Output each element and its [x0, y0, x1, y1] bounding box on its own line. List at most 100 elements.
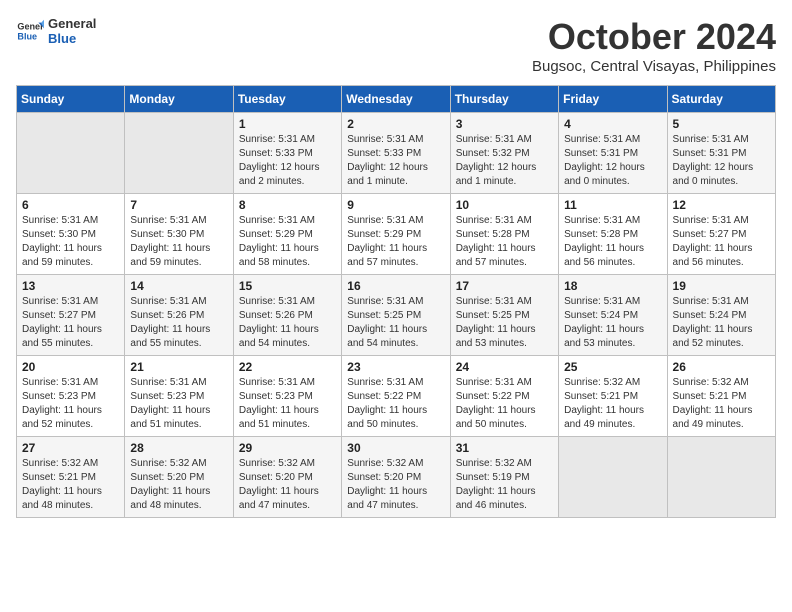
calendar-cell [559, 437, 667, 518]
calendar-cell [667, 437, 775, 518]
calendar-cell: 23 Sunrise: 5:31 AM Sunset: 5:22 PM Dayli… [342, 356, 450, 437]
calendar-cell: 25 Sunrise: 5:32 AM Sunset: 5:21 PM Dayli… [559, 356, 667, 437]
calendar-cell: 6Sunrise: 5:31 AM Sunset: 5:30 PM Daylig… [17, 194, 125, 275]
calendar-cell: 10 Sunrise: 5:31 AM Sunset: 5:28 PM Dayli… [450, 194, 558, 275]
day-info: Sunrise: 5:31 AM Sunset: 5:31 PM Dayligh… [564, 133, 661, 189]
calendar-cell: 15Sunrise: 5:31 AM Sunset: 5:26 PM Dayli… [233, 275, 341, 356]
calendar-cell: 22 Sunrise: 5:31 AM Sunset: 5:23 PM Dayli… [233, 356, 341, 437]
day-info: Sunrise: 5:31 AM Sunset: 5:24 PM Dayligh… [673, 295, 770, 351]
day-info: Sunrise: 5:31 AM Sunset: 5:25 PM Dayligh… [456, 295, 553, 351]
day-info: Sunrise: 5:31 AM Sunset: 5:23 PM Dayligh… [22, 376, 119, 432]
logo-icon: General Blue [16, 17, 44, 45]
calendar-cell: 11 Sunrise: 5:31 AM Sunset: 5:28 PM Dayli… [559, 194, 667, 275]
day-number: 2 [347, 117, 444, 131]
day-number: 27 [22, 441, 119, 455]
calendar-cell: 1 Sunrise: 5:31 AM Sunset: 5:33 PM Daylig… [233, 113, 341, 194]
day-info: Sunrise: 5:32 AM Sunset: 5:19 PM Dayligh… [456, 457, 553, 513]
day-info: Sunrise: 5:31 AM Sunset: 5:28 PM Dayligh… [456, 214, 553, 270]
day-info: Sunrise: 5:31 AM Sunset: 5:26 PM Dayligh… [130, 295, 227, 351]
day-number: 29 [239, 441, 336, 455]
day-number: 15 [239, 279, 336, 293]
day-info: Sunrise: 5:31 AM Sunset: 5:28 PM Dayligh… [564, 214, 661, 270]
logo: General Blue General Blue [16, 16, 96, 46]
day-info: Sunrise: 5:32 AM Sunset: 5:20 PM Dayligh… [239, 457, 336, 513]
calendar-cell: 18Sunrise: 5:31 AM Sunset: 5:24 PM Dayli… [559, 275, 667, 356]
page-header: General Blue General Blue October 2024 B… [16, 16, 776, 75]
day-number: 8 [239, 198, 336, 212]
day-number: 21 [130, 360, 227, 374]
day-info: Sunrise: 5:31 AM Sunset: 5:27 PM Dayligh… [22, 295, 119, 351]
location-subtitle: Bugsoc, Central Visayas, Philippines [532, 58, 776, 75]
calendar-cell: 28 Sunrise: 5:32 AM Sunset: 5:20 PM Dayli… [125, 437, 233, 518]
day-info: Sunrise: 5:31 AM Sunset: 5:33 PM Dayligh… [239, 133, 336, 189]
col-header-saturday: Saturday [667, 86, 775, 113]
col-header-wednesday: Wednesday [342, 86, 450, 113]
calendar-table: SundayMondayTuesdayWednesdayThursdayFrid… [16, 85, 776, 518]
day-number: 11 [564, 198, 661, 212]
calendar-cell: 29 Sunrise: 5:32 AM Sunset: 5:20 PM Dayli… [233, 437, 341, 518]
calendar-cell [17, 113, 125, 194]
day-info: Sunrise: 5:32 AM Sunset: 5:20 PM Dayligh… [130, 457, 227, 513]
calendar-cell: 4 Sunrise: 5:31 AM Sunset: 5:31 PM Daylig… [559, 113, 667, 194]
day-info: Sunrise: 5:32 AM Sunset: 5:21 PM Dayligh… [564, 376, 661, 432]
day-number: 18 [564, 279, 661, 293]
day-number: 25 [564, 360, 661, 374]
day-info: Sunrise: 5:31 AM Sunset: 5:25 PM Dayligh… [347, 295, 444, 351]
day-number: 17 [456, 279, 553, 293]
calendar-week-row: 20 Sunrise: 5:31 AM Sunset: 5:23 PM Dayli… [17, 356, 776, 437]
day-number: 5 [673, 117, 770, 131]
day-info: Sunrise: 5:31 AM Sunset: 5:27 PM Dayligh… [673, 214, 770, 270]
calendar-cell: 8 Sunrise: 5:31 AM Sunset: 5:29 PM Daylig… [233, 194, 341, 275]
day-number: 23 [347, 360, 444, 374]
day-number: 4 [564, 117, 661, 131]
calendar-cell [125, 113, 233, 194]
calendar-cell: 3Sunrise: 5:31 AM Sunset: 5:32 PM Daylig… [450, 113, 558, 194]
calendar-cell: 13 Sunrise: 5:31 AM Sunset: 5:27 PM Dayli… [17, 275, 125, 356]
col-header-thursday: Thursday [450, 86, 558, 113]
day-number: 10 [456, 198, 553, 212]
day-info: Sunrise: 5:31 AM Sunset: 5:29 PM Dayligh… [239, 214, 336, 270]
calendar-cell: 27 Sunrise: 5:32 AM Sunset: 5:21 PM Dayli… [17, 437, 125, 518]
day-number: 26 [673, 360, 770, 374]
day-info: Sunrise: 5:31 AM Sunset: 5:23 PM Dayligh… [239, 376, 336, 432]
day-info: Sunrise: 5:31 AM Sunset: 5:29 PM Dayligh… [347, 214, 444, 270]
calendar-cell: 2 Sunrise: 5:31 AM Sunset: 5:33 PM Daylig… [342, 113, 450, 194]
day-number: 16 [347, 279, 444, 293]
day-info: Sunrise: 5:32 AM Sunset: 5:20 PM Dayligh… [347, 457, 444, 513]
calendar-cell: 16 Sunrise: 5:31 AM Sunset: 5:25 PM Dayli… [342, 275, 450, 356]
day-number: 28 [130, 441, 227, 455]
day-info: Sunrise: 5:31 AM Sunset: 5:23 PM Dayligh… [130, 376, 227, 432]
day-number: 20 [22, 360, 119, 374]
calendar-cell: 26Sunrise: 5:32 AM Sunset: 5:21 PM Dayli… [667, 356, 775, 437]
calendar-cell: 31Sunrise: 5:32 AM Sunset: 5:19 PM Dayli… [450, 437, 558, 518]
title-block: October 2024 Bugsoc, Central Visayas, Ph… [532, 16, 776, 75]
day-info: Sunrise: 5:31 AM Sunset: 5:31 PM Dayligh… [673, 133, 770, 189]
day-number: 7 [130, 198, 227, 212]
day-info: Sunrise: 5:31 AM Sunset: 5:33 PM Dayligh… [347, 133, 444, 189]
calendar-header-row: SundayMondayTuesdayWednesdayThursdayFrid… [17, 86, 776, 113]
calendar-cell: 30 Sunrise: 5:32 AM Sunset: 5:20 PM Dayli… [342, 437, 450, 518]
day-info: Sunrise: 5:31 AM Sunset: 5:22 PM Dayligh… [347, 376, 444, 432]
calendar-week-row: 6Sunrise: 5:31 AM Sunset: 5:30 PM Daylig… [17, 194, 776, 275]
calendar-cell: 21 Sunrise: 5:31 AM Sunset: 5:23 PM Dayli… [125, 356, 233, 437]
col-header-sunday: Sunday [17, 86, 125, 113]
logo-general: General [48, 16, 96, 31]
day-number: 13 [22, 279, 119, 293]
day-number: 1 [239, 117, 336, 131]
day-number: 9 [347, 198, 444, 212]
calendar-cell: 9 Sunrise: 5:31 AM Sunset: 5:29 PM Daylig… [342, 194, 450, 275]
day-info: Sunrise: 5:31 AM Sunset: 5:32 PM Dayligh… [456, 133, 553, 189]
day-number: 24 [456, 360, 553, 374]
day-number: 6 [22, 198, 119, 212]
calendar-cell: 24Sunrise: 5:31 AM Sunset: 5:22 PM Dayli… [450, 356, 558, 437]
day-number: 22 [239, 360, 336, 374]
svg-text:Blue: Blue [17, 31, 37, 41]
day-number: 30 [347, 441, 444, 455]
calendar-cell: 7Sunrise: 5:31 AM Sunset: 5:30 PM Daylig… [125, 194, 233, 275]
day-number: 12 [673, 198, 770, 212]
calendar-cell: 17 Sunrise: 5:31 AM Sunset: 5:25 PM Dayli… [450, 275, 558, 356]
day-number: 19 [673, 279, 770, 293]
day-info: Sunrise: 5:32 AM Sunset: 5:21 PM Dayligh… [22, 457, 119, 513]
calendar-cell: 14Sunrise: 5:31 AM Sunset: 5:26 PM Dayli… [125, 275, 233, 356]
month-title: October 2024 [532, 16, 776, 58]
